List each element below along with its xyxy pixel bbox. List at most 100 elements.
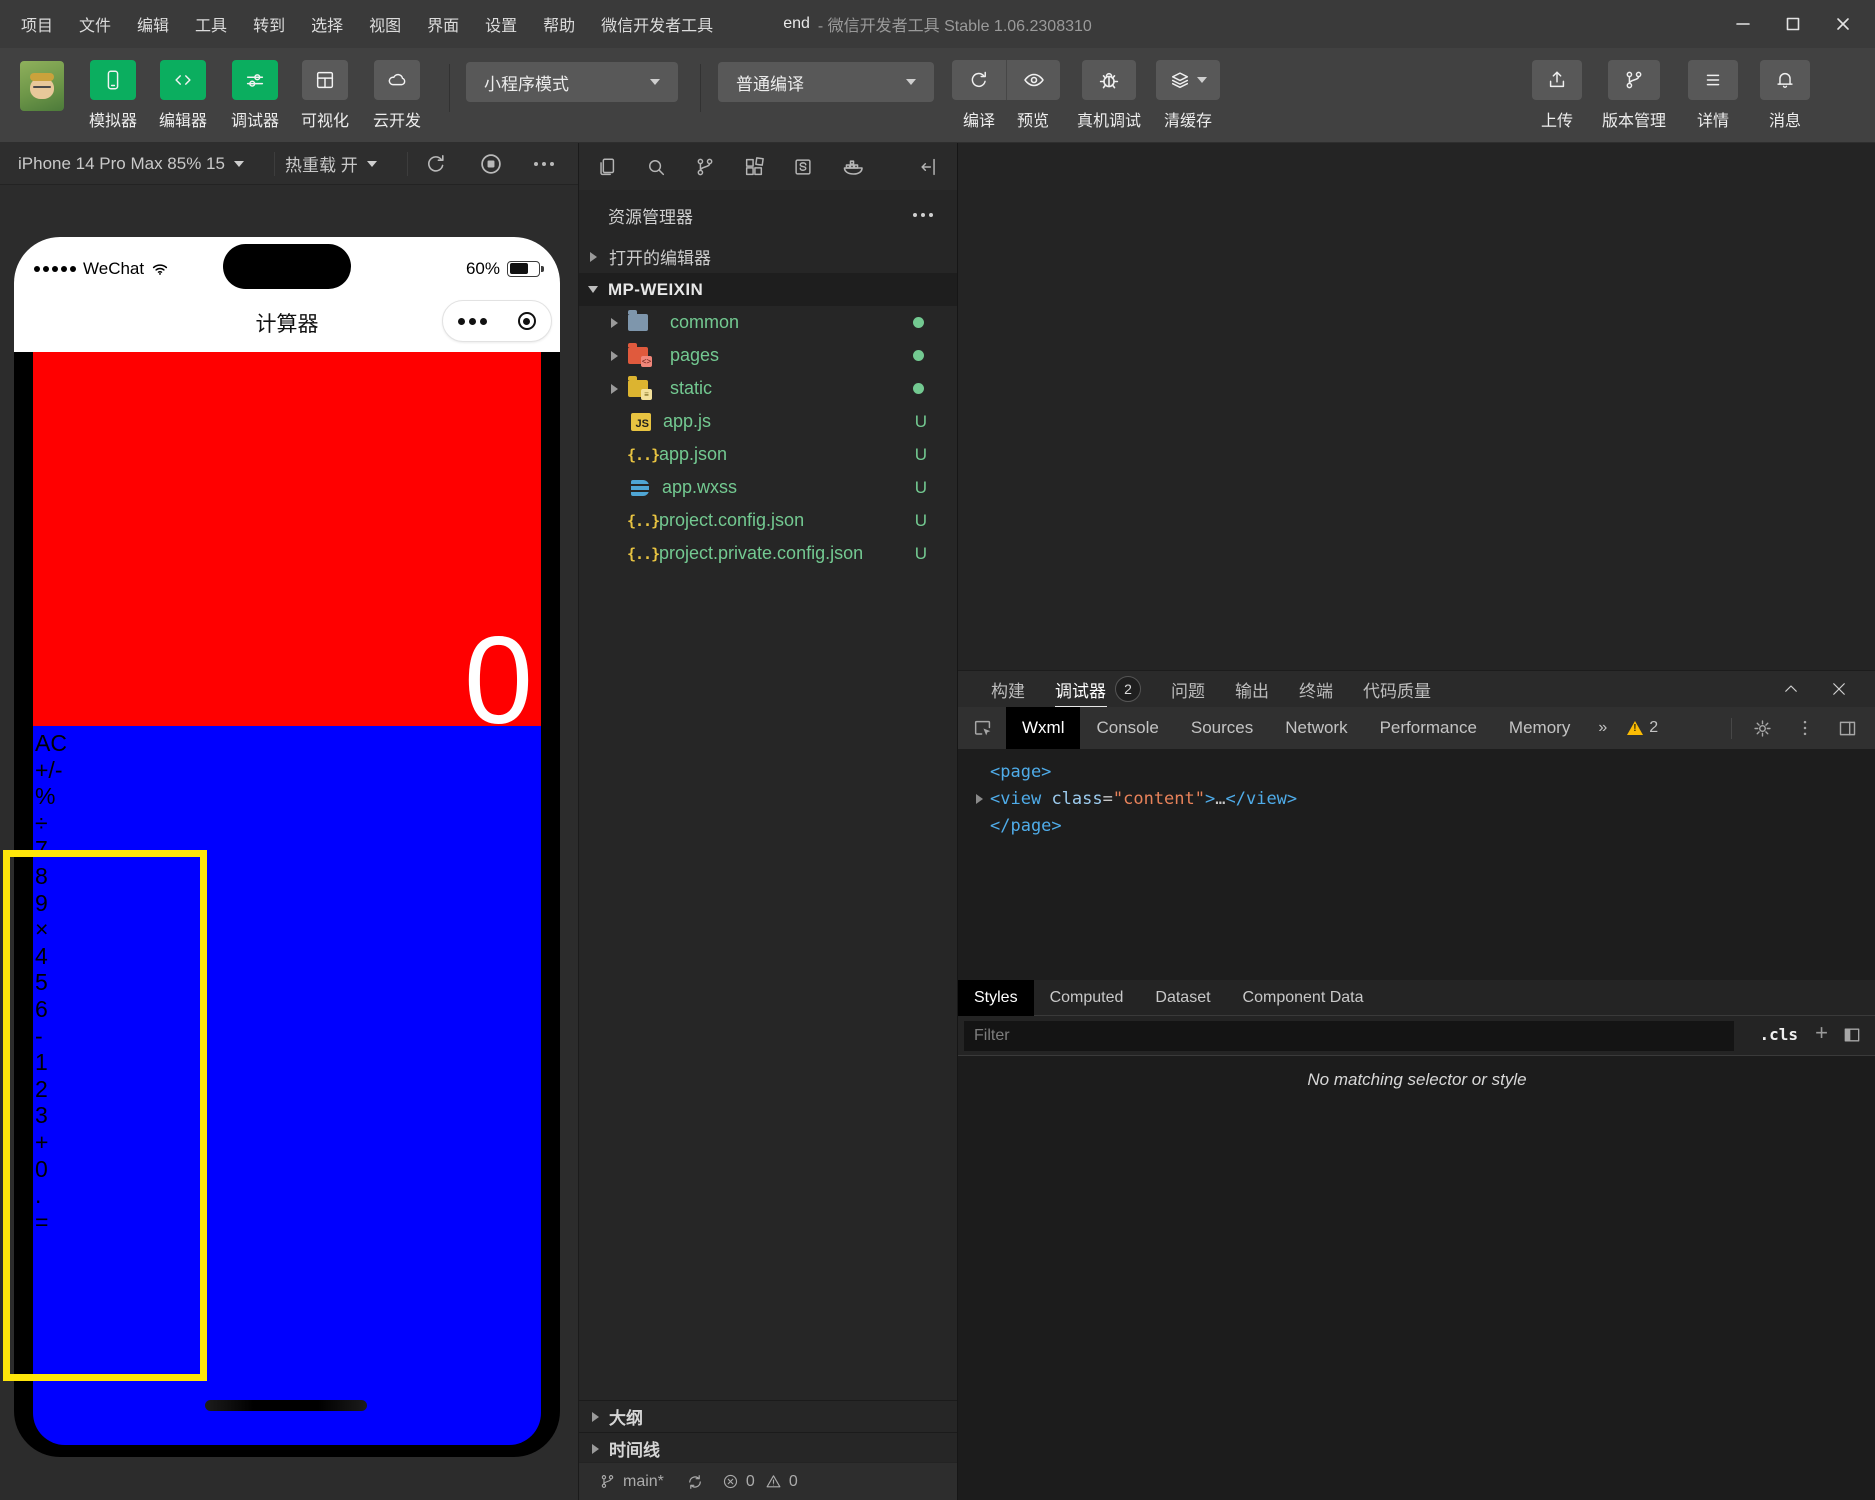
editor-toggle[interactable]: 编辑器	[150, 60, 216, 131]
gear-icon[interactable]	[1752, 718, 1773, 739]
tree-folder-static[interactable]: ≡ static	[579, 372, 957, 405]
collapse-panel-icon[interactable]	[1782, 680, 1800, 698]
error-icon	[723, 1474, 737, 1489]
tab-component-data[interactable]: Component Data	[1227, 980, 1380, 1016]
menu-wechat-devtools[interactable]: 微信开发者工具	[588, 12, 726, 36]
inspect-element-icon[interactable]	[972, 717, 994, 739]
open-editors-row[interactable]: 打开的编辑器	[579, 240, 957, 273]
device-selector[interactable]: iPhone 14 Pro Max 85% 15	[18, 154, 264, 174]
source-control-icon[interactable]	[694, 156, 716, 178]
tab-debugger[interactable]: 调试器 2	[1055, 671, 1141, 708]
tree-folder-common[interactable]: common	[579, 306, 957, 339]
warnings-indicator[interactable]: 2	[1627, 719, 1658, 737]
preview-button[interactable]	[1006, 60, 1060, 100]
user-avatar[interactable]	[20, 61, 64, 111]
details-button[interactable]	[1688, 60, 1738, 100]
hot-reload-toggle[interactable]: 热重载 开	[285, 151, 397, 176]
messages-label: 消息	[1768, 113, 1801, 130]
stop-icon[interactable]	[478, 151, 504, 177]
maximize-icon[interactable]	[1771, 4, 1815, 44]
tab-styles[interactable]: Styles	[958, 979, 1034, 1016]
menu-tools[interactable]: 工具	[182, 12, 240, 36]
close-panel-icon[interactable]	[1830, 680, 1848, 698]
version-control-button[interactable]	[1608, 60, 1660, 100]
menu-view[interactable]: 视图	[356, 12, 414, 36]
menu-settings[interactable]: 设置	[472, 12, 530, 36]
styles-filter-input[interactable]	[964, 1021, 1734, 1051]
debugger-toggle[interactable]: 调试器	[222, 60, 288, 131]
tab-problems[interactable]: 问题	[1171, 671, 1205, 708]
restart-icon[interactable]	[424, 152, 448, 176]
close-icon[interactable]	[1821, 4, 1865, 44]
dock-panel-icon[interactable]	[1837, 718, 1858, 739]
tab-dataset[interactable]: Dataset	[1139, 980, 1226, 1016]
tree-file-appjson[interactable]: {..} app.json U	[579, 438, 957, 471]
expand-node-icon[interactable]	[976, 794, 983, 804]
tab-code-quality[interactable]: 代码质量	[1363, 671, 1431, 708]
extensions-icon[interactable]	[743, 156, 765, 178]
problems-warnings[interactable]: 0	[765, 1473, 798, 1491]
problems-errors[interactable]: 0	[722, 1473, 755, 1491]
devtools-tab-network[interactable]: Network	[1269, 707, 1363, 749]
menu-file[interactable]: 文件	[66, 12, 124, 36]
simulator-toggle[interactable]: 模拟器	[80, 60, 146, 131]
tree-file-appwxss[interactable]: app.wxss U	[579, 471, 957, 504]
cloud-dev-toggle[interactable]: 云开发	[364, 60, 430, 131]
timeline-section[interactable]: 时间线	[579, 1432, 958, 1464]
messages-button[interactable]	[1760, 60, 1810, 100]
devtools-tab-memory[interactable]: Memory	[1493, 707, 1586, 749]
chevron-right-icon	[611, 317, 618, 328]
visualization-toggle[interactable]: 可视化	[292, 60, 358, 131]
menu-goto[interactable]: 转到	[240, 12, 298, 36]
compile-button[interactable]	[952, 60, 1006, 100]
menu-project[interactable]: 项目	[8, 12, 66, 36]
tree-folder-pages[interactable]: <> pages	[579, 339, 957, 372]
menu-select[interactable]: 选择	[298, 12, 356, 36]
js-file-icon: JS	[631, 412, 651, 431]
docker-icon[interactable]	[841, 155, 865, 179]
compile-mode-dropdown[interactable]: 普通编译	[718, 62, 934, 102]
tab-terminal[interactable]: 终端	[1299, 671, 1333, 708]
new-style-rule-button[interactable]: +	[1815, 1020, 1828, 1046]
tab-output[interactable]: 输出	[1235, 671, 1269, 708]
remote-debug-button[interactable]	[1082, 60, 1136, 100]
project-root-row[interactable]: MP-WEIXIN	[579, 273, 957, 306]
tree-file-projectprivateconfig[interactable]: {..} project.private.config.json U	[579, 537, 957, 570]
package-icon[interactable]	[792, 156, 814, 178]
more-options-icon[interactable]	[534, 161, 554, 166]
tab-computed[interactable]: Computed	[1034, 980, 1140, 1016]
clear-cache-button[interactable]	[1156, 60, 1220, 100]
search-icon[interactable]	[645, 156, 667, 178]
tree-file-appjs[interactable]: JS app.js U	[579, 405, 957, 438]
upload-button[interactable]	[1532, 60, 1582, 100]
explorer-more-icon[interactable]	[913, 213, 933, 217]
git-branch-status[interactable]: main*	[599, 1473, 664, 1491]
signal-dots-icon	[34, 265, 76, 272]
minimize-icon[interactable]	[1721, 4, 1765, 44]
calc-key[interactable]: ÷	[35, 810, 541, 837]
calc-key[interactable]: +/-	[35, 757, 541, 784]
files-icon[interactable]	[596, 156, 618, 178]
devtools-tab-performance[interactable]: Performance	[1364, 707, 1493, 749]
collapse-sidebar-icon[interactable]	[918, 156, 940, 178]
toggle-class-button[interactable]: .cls	[1759, 1025, 1798, 1044]
kebab-menu-icon[interactable]	[1795, 718, 1815, 738]
tree-file-projectconfig[interactable]: {..} project.config.json U	[579, 504, 957, 537]
capsule-close-icon[interactable]	[517, 312, 536, 330]
sync-button[interactable]	[686, 1473, 704, 1491]
miniprogram-capsule[interactable]	[442, 300, 552, 342]
mode-dropdown[interactable]: 小程序模式	[466, 62, 678, 102]
devtools-tab-sources[interactable]: Sources	[1175, 707, 1269, 749]
tab-build[interactable]: 构建	[991, 671, 1025, 708]
menu-edit[interactable]: 编辑	[124, 12, 182, 36]
calc-key[interactable]: %	[35, 783, 541, 810]
outline-section[interactable]: 大纲	[579, 1400, 958, 1432]
side-panel-icon[interactable]	[1842, 1025, 1862, 1045]
capsule-more-icon[interactable]	[458, 317, 488, 325]
menu-interface[interactable]: 界面	[414, 12, 472, 36]
devtools-tab-console[interactable]: Console	[1080, 707, 1174, 749]
devtools-tab-wxml[interactable]: Wxml	[1006, 707, 1081, 749]
preview-label: 预览	[1016, 113, 1049, 130]
more-tabs-icon[interactable]: »	[1586, 719, 1619, 737]
menu-help[interactable]: 帮助	[530, 12, 588, 36]
